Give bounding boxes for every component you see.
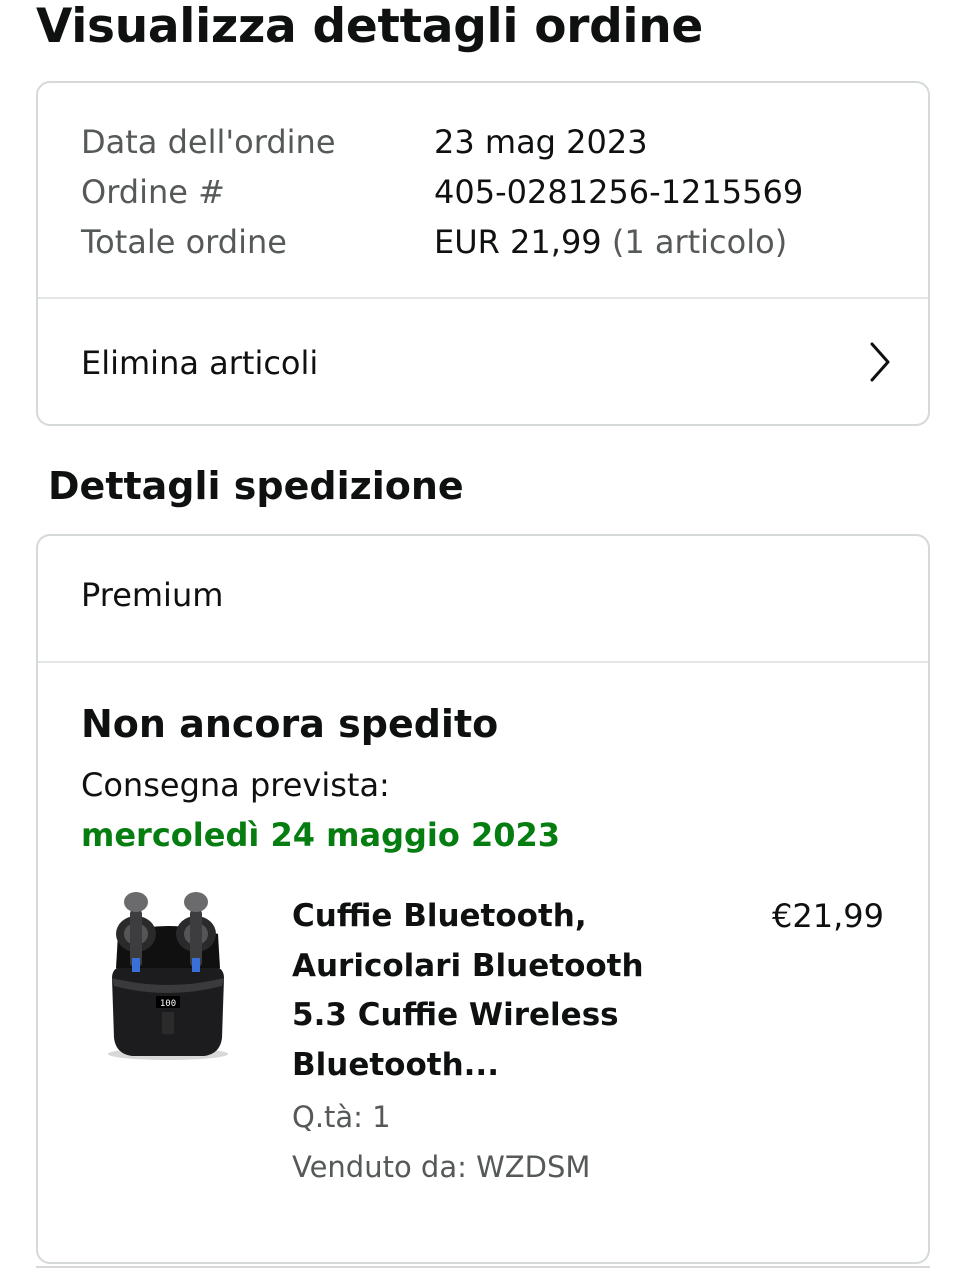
product-seller: Venduto da: WZDSM — [292, 1150, 591, 1184]
order-total-value: EUR 21,99 — [434, 223, 602, 261]
product-quantity: Q.tà: 1 — [292, 1100, 391, 1134]
delivery-date: mercoledì 24 maggio 2023 — [81, 816, 561, 854]
order-summary-card: Data dell'ordine 23 mag 2023 Ordine # 40… — [36, 81, 930, 426]
order-number-row: Ordine # 405-0281256-1215569 — [81, 171, 803, 221]
order-item-count: (1 articolo) — [611, 223, 788, 261]
order-summary-details: Data dell'ordine 23 mag 2023 Ordine # 40… — [81, 121, 803, 271]
chevron-right-icon — [870, 342, 890, 382]
shipment-status: Non ancora spedito — [81, 702, 499, 746]
shipping-type: Premium — [81, 576, 224, 614]
shipment-card: Premium Non ancora spedito Consegna prev… — [36, 534, 930, 1264]
order-total-label: Totale ordine — [81, 223, 287, 261]
order-total-value-wrap: EUR 21,99 (1 articolo) — [434, 221, 787, 271]
order-number-label: Ordine # — [81, 173, 225, 211]
shipping-section-title: Dettagli spedizione — [48, 464, 464, 508]
order-number-value: 405-0281256-1215569 — [434, 173, 804, 211]
delete-items-label: Elimina articoli — [81, 343, 319, 382]
product-price: €21,99 — [772, 897, 884, 935]
order-date-row: Data dell'ordine 23 mag 2023 — [81, 121, 803, 171]
product-title-link[interactable]: Cuffie Bluetooth, Auricolari Bluetooth 5… — [292, 892, 672, 1090]
order-date-label: Data dell'ordine — [81, 123, 336, 161]
divider — [38, 661, 928, 663]
case-display-text: 100 — [160, 999, 176, 1009]
order-total-row: Totale ordine EUR 21,99 (1 articolo) — [81, 221, 803, 271]
divider — [36, 1266, 930, 1268]
delivery-label: Consegna prevista: — [81, 766, 390, 804]
order-date-value: 23 mag 2023 — [434, 123, 648, 161]
earbuds-product-image[interactable]: 100 — [104, 888, 232, 1066]
delete-items-button[interactable]: Elimina articoli — [38, 299, 928, 426]
page-title: Visualizza dettagli ordine — [36, 0, 703, 54]
